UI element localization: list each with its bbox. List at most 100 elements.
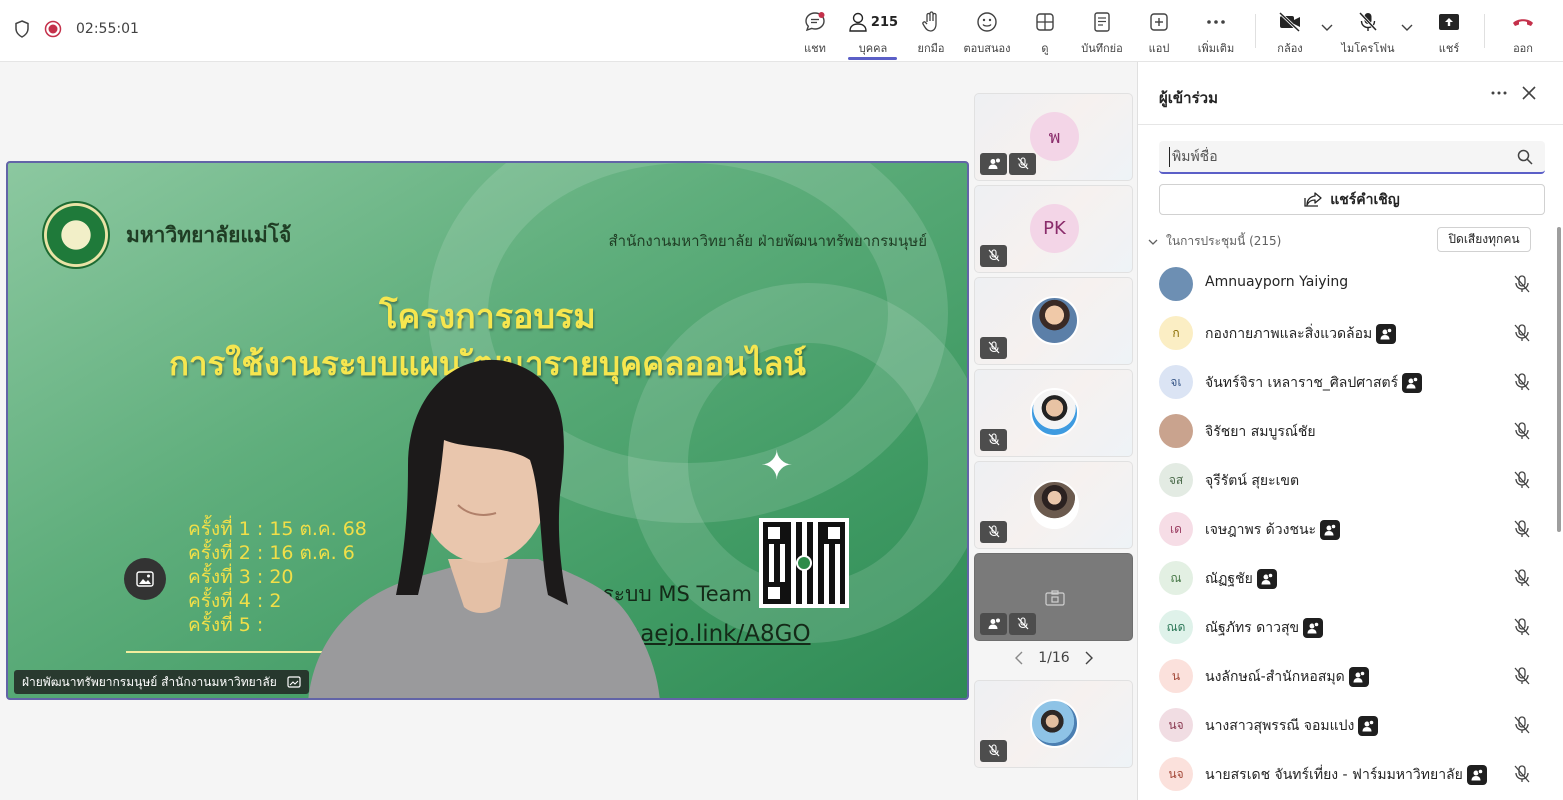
- mic-options-chevron-icon[interactable]: [1401, 24, 1413, 32]
- qr-code: [759, 518, 849, 608]
- people-button[interactable]: 215 บุคคล: [846, 8, 900, 58]
- participant-mic-status[interactable]: [1512, 274, 1532, 298]
- participant-mic-status[interactable]: [1512, 470, 1532, 494]
- participant-row[interactable]: ณด ณัฐภัทร ดาวสุข: [1138, 603, 1558, 652]
- external-guest-badge: [1303, 618, 1324, 638]
- video-tile[interactable]: [974, 277, 1133, 365]
- avatar: [1030, 699, 1079, 748]
- participant-name: จุรีรัตน์ สุยะเขต: [1205, 473, 1300, 489]
- view-button[interactable]: ดู: [1030, 8, 1060, 58]
- camera-button[interactable]: กล้อง: [1274, 8, 1306, 58]
- share-invite-button[interactable]: แชร์คำเชิญ: [1159, 184, 1545, 215]
- chevron-left-icon[interactable]: [1014, 651, 1024, 665]
- participant-row[interactable]: ก กองกายภาพและสิ่งแวดล้อม: [1138, 309, 1558, 358]
- participant-name: นงลักษณ์-สำนักหอสมุด: [1205, 666, 1369, 688]
- share-button[interactable]: แชร์: [1434, 8, 1464, 58]
- mic-off-icon: [1514, 324, 1530, 342]
- avatar: [1159, 267, 1193, 301]
- participant-row[interactable]: Amnuayporn Yaiying: [1138, 260, 1558, 309]
- leave-button[interactable]: ออก: [1508, 8, 1538, 58]
- content-placeholder-icon: [1045, 590, 1065, 606]
- video-tile[interactable]: [974, 369, 1133, 457]
- participant-row[interactable]: ณ ณัฏฐชัย: [1138, 554, 1558, 603]
- mic-off-icon: [988, 249, 999, 262]
- external-guest-badge: [1376, 324, 1397, 344]
- participant-name: กองกายภาพและสิ่งแวดล้อม: [1205, 323, 1397, 345]
- mic-off-icon: [1514, 275, 1530, 293]
- guest-icon: [1353, 670, 1365, 683]
- mic-off-icon: [1514, 667, 1530, 685]
- participant-name: นางสาวสุพรรณี จอมแปง: [1205, 715, 1379, 737]
- participant-row[interactable]: นจ นางสาวสุพรรณี จอมแปง: [1138, 701, 1558, 750]
- avatar: นจ: [1159, 708, 1193, 742]
- video-tile[interactable]: PK: [974, 185, 1133, 273]
- toolbar-divider: [1484, 14, 1485, 48]
- slide-university-name: มหาวิทยาลัยแม่โจ้: [126, 223, 292, 247]
- external-guest-badge: [1358, 716, 1379, 736]
- participant-mic-status[interactable]: [1512, 568, 1532, 592]
- camera-options-chevron-icon[interactable]: [1321, 24, 1333, 32]
- video-tile[interactable]: [974, 461, 1133, 549]
- hand-icon: [922, 11, 937, 32]
- participant-mic-status[interactable]: [1512, 617, 1532, 641]
- mic-off-icon: [1514, 569, 1530, 587]
- mic-off-icon: [988, 433, 999, 446]
- screenshot-button[interactable]: [124, 558, 166, 600]
- participant-row[interactable]: จิรัชยา สมบูรณ์ชัย: [1138, 407, 1558, 456]
- content-share-icon: [287, 676, 301, 688]
- raise-hand-button[interactable]: ยกมือ: [914, 8, 948, 58]
- muted-badge: [980, 740, 1007, 762]
- video-tile[interactable]: [974, 680, 1133, 768]
- participant-row[interactable]: จส จุรีรัตน์ สุยะเขต: [1138, 456, 1558, 505]
- muted-badge: [980, 429, 1007, 451]
- search-icon[interactable]: [1517, 149, 1533, 165]
- meeting-status: 02:55:01: [14, 20, 139, 38]
- participant-mic-status[interactable]: [1512, 372, 1532, 396]
- video-tile[interactable]: [974, 553, 1133, 641]
- image-icon: [136, 571, 154, 587]
- mic-button[interactable]: ไมโครโฟน: [1340, 8, 1396, 58]
- participant-name: นายสรเดช จันทร์เที่ยง - ฟาร์มมหาวิทยาลัย: [1205, 764, 1487, 786]
- grid-icon: [1036, 13, 1054, 31]
- participant-mic-status[interactable]: [1512, 715, 1532, 739]
- mic-off-icon: [1514, 618, 1530, 636]
- participant-mic-status[interactable]: [1512, 666, 1532, 690]
- participant-row[interactable]: จเ จันทร์จิรา เหลาราช_ศิลปศาสตร์: [1138, 358, 1558, 407]
- participant-name: จันทร์จิรา เหลาราช_ศิลปศาสตร์: [1205, 372, 1423, 394]
- participant-row[interactable]: นจ นายสรเดช จันทร์เที่ยง - ฟาร์มมหาวิทยาล…: [1138, 750, 1558, 799]
- participant-mic-status[interactable]: [1512, 323, 1532, 347]
- university-logo: [42, 201, 110, 269]
- avatar: จเ: [1159, 365, 1193, 399]
- external-guest-badge: [1320, 520, 1341, 540]
- participant-mic-status[interactable]: [1512, 519, 1532, 543]
- external-guest-badge: [1348, 667, 1369, 687]
- guest-icon: [988, 617, 1001, 629]
- avatar: จส: [1159, 463, 1193, 497]
- external-guest-badge: [1402, 373, 1423, 393]
- sparkle-icon: ✦: [760, 443, 794, 489]
- apps-button[interactable]: แอป: [1144, 8, 1174, 58]
- in-meeting-section-toggle[interactable]: ในการประชุมนี้ (215): [1148, 232, 1281, 251]
- participant-mic-status[interactable]: [1512, 421, 1532, 445]
- participant-row[interactable]: เด เจษฎาพร ด้วงชนะ: [1138, 505, 1558, 554]
- guest-icon: [1362, 719, 1375, 732]
- search-input[interactable]: [1169, 147, 1499, 167]
- chevron-right-icon[interactable]: [1084, 651, 1094, 665]
- close-icon[interactable]: [1521, 85, 1537, 101]
- participant-count: 215: [870, 14, 899, 30]
- scrollbar[interactable]: [1557, 227, 1561, 532]
- avatar: ณ: [1159, 561, 1193, 595]
- more-button[interactable]: เพิ่มเติม: [1194, 8, 1238, 58]
- guest-icon: [1406, 376, 1419, 389]
- mute-all-button[interactable]: ปิดเสียงทุกคน: [1437, 227, 1531, 252]
- chat-button[interactable]: แชท: [800, 8, 830, 58]
- notes-button[interactable]: บันทึกย่อ: [1078, 8, 1126, 58]
- avatar: น: [1159, 659, 1193, 693]
- participants-panel: ผู้เข้าร่วม แชร์คำเชิญ ในการประชุมนี้ (2…: [1137, 62, 1563, 800]
- page-indicator: 1/16: [1038, 650, 1070, 666]
- more-options-icon[interactable]: [1490, 84, 1508, 102]
- participant-mic-status[interactable]: [1512, 764, 1532, 788]
- video-tile[interactable]: พ: [974, 93, 1133, 181]
- react-button[interactable]: ตอบสนอง: [962, 8, 1012, 58]
- participant-row[interactable]: น นงลักษณ์-สำนักหอสมุด: [1138, 652, 1558, 701]
